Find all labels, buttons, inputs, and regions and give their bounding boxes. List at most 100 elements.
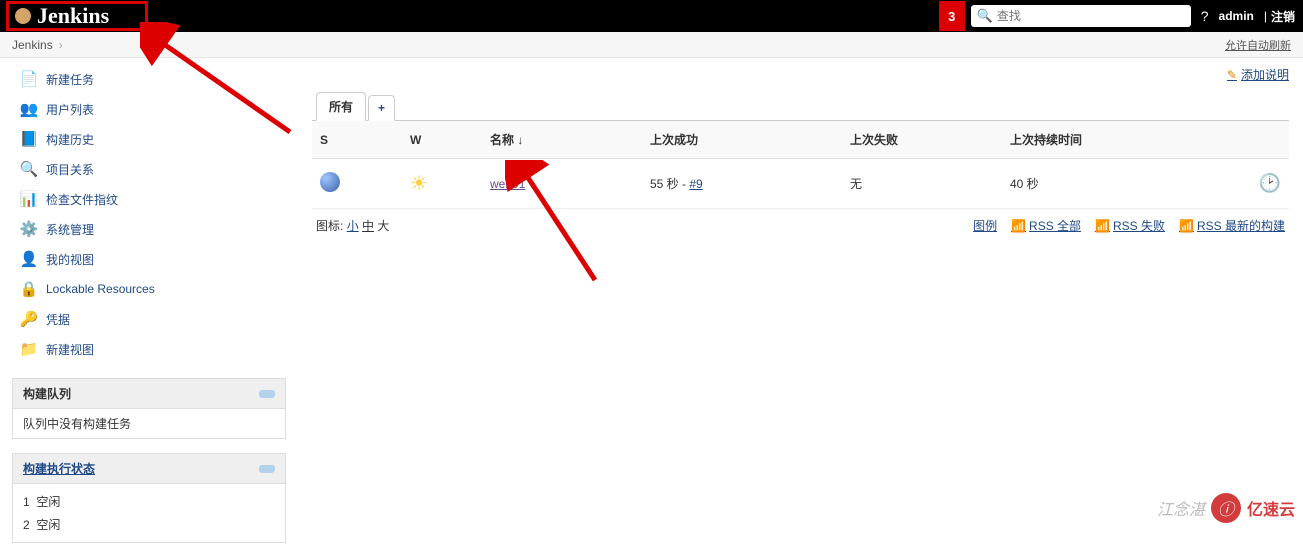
projects-table: S W 名称 ↓ 上次成功 上次失败 上次持续时间 ☀ web01 55 秒 -…	[312, 121, 1289, 209]
table-row: ☀ web01 55 秒 - #9 无 40 秒 🕑	[312, 159, 1289, 209]
icon-size-medium: 中	[362, 219, 374, 233]
last-success-time: 55 秒 -	[650, 177, 689, 191]
add-description-link[interactable]: ✎ 添加说明	[1227, 66, 1289, 83]
sidebar-item-label: 项目关系	[46, 161, 94, 178]
executors-header[interactable]: 构建执行状态	[13, 454, 285, 484]
executor-num: 2	[23, 518, 30, 532]
rss-all-link[interactable]: 📶RSS 全部	[1011, 217, 1081, 234]
watermark: 江念湛 ⓘ 亿速云	[1157, 493, 1295, 523]
col-status[interactable]: S	[312, 121, 402, 159]
sidebar-item-new-view[interactable]: 📁 新建视图	[0, 334, 298, 364]
col-last-failure[interactable]: 上次失败	[842, 121, 1002, 159]
last-failure-cell: 无	[842, 159, 1002, 209]
executor-state: 空闲	[36, 518, 60, 532]
last-duration-cell: 40 秒	[1002, 159, 1239, 209]
username-link[interactable]: admin	[1219, 9, 1254, 23]
sidebar-item-label: 新建视图	[46, 341, 94, 358]
rss-icon: 📶	[1179, 219, 1194, 233]
rss-links: 图例 📶RSS 全部 📶RSS 失败 📶RSS 最新的构建	[973, 217, 1285, 234]
search-input[interactable]	[997, 9, 1185, 23]
key-icon: 🔑	[20, 310, 38, 328]
sidebar-item-lockable[interactable]: 🔒 Lockable Resources	[0, 274, 298, 304]
auto-refresh-link[interactable]: 允许自动刷新	[1225, 40, 1291, 52]
alert-count-badge[interactable]: 3	[939, 1, 965, 31]
tab-all[interactable]: 所有	[316, 92, 366, 121]
sidebar-item-build-history[interactable]: 📘 构建历史	[0, 124, 298, 154]
sidebar-item-manage[interactable]: ⚙️ 系统管理	[0, 214, 298, 244]
last-success-build-link[interactable]: #9	[689, 177, 702, 191]
schedule-build-icon[interactable]: 🕑	[1259, 173, 1281, 193]
logout-link[interactable]: 注销	[1271, 8, 1295, 25]
sidebar-item-my-views[interactable]: 👤 我的视图	[0, 244, 298, 274]
sidebar-item-users[interactable]: 👥 用户列表	[0, 94, 298, 124]
sidebar-item-label: 凭据	[46, 311, 70, 328]
header-divider: |	[1264, 9, 1267, 23]
table-header-row: S W 名称 ↓ 上次成功 上次失败 上次持续时间	[312, 121, 1289, 159]
jenkins-logo-svg: Jenkins	[13, 4, 141, 28]
sidebar-item-label: Lockable Resources	[46, 282, 155, 296]
folder-icon: 📁	[20, 340, 38, 358]
ys-label: 亿速云	[1247, 496, 1295, 520]
col-weather[interactable]: W	[402, 121, 482, 159]
sidebar-item-label: 系统管理	[46, 221, 94, 238]
executor-num: 1	[23, 495, 30, 509]
main-content: ✎ 添加说明 所有 + S W 名称 ↓ 上次成功 上次失败 上次持续时间	[298, 58, 1303, 549]
sidebar-item-label: 我的视图	[46, 251, 94, 268]
col-last-duration[interactable]: 上次持续时间	[1002, 121, 1239, 159]
executors-pane: 构建执行状态 1 空闲 2 空闲	[12, 453, 286, 543]
svg-text:Jenkins: Jenkins	[37, 4, 110, 28]
jenkins-logo[interactable]: Jenkins	[6, 1, 148, 31]
breadcrumb-bar: Jenkins › 允许自动刷新	[0, 32, 1303, 58]
col-name[interactable]: 名称 ↓	[482, 121, 642, 159]
new-item-icon: 📄	[20, 70, 38, 88]
pencil-icon: ✎	[1227, 68, 1237, 82]
breadcrumb-sep: ›	[59, 38, 63, 52]
sidebar-item-fingerprint[interactable]: 📊 检查文件指纹	[0, 184, 298, 214]
sidebar-item-label: 构建历史	[46, 131, 94, 148]
pane-title: 构建队列	[23, 385, 71, 402]
legend-link[interactable]: 图例	[973, 217, 997, 234]
col-actions	[1239, 121, 1289, 159]
rss-fail-label: RSS 失败	[1113, 219, 1165, 233]
rss-failures-link[interactable]: 📶RSS 失败	[1095, 217, 1165, 234]
rss-all-label: RSS 全部	[1029, 219, 1081, 233]
rss-icon: 📶	[1011, 219, 1026, 233]
breadcrumb-root[interactable]: Jenkins	[12, 38, 53, 52]
fingerprint-icon: 📊	[20, 190, 38, 208]
history-icon: 📘	[20, 130, 38, 148]
executor-row: 1 空闲	[23, 490, 275, 513]
icon-size-small[interactable]: 小	[347, 219, 359, 233]
help-icon[interactable]: ?	[1201, 8, 1209, 24]
search-box[interactable]: 🔍	[971, 5, 1191, 27]
people-icon: 👥	[20, 100, 38, 118]
top-header: Jenkins 3 🔍 ? admin | 注销	[0, 0, 1303, 32]
lock-icon: 🔒	[20, 280, 38, 298]
collapse-icon[interactable]	[259, 465, 275, 473]
collapse-icon[interactable]	[259, 390, 275, 398]
ys-logo-icon: ⓘ	[1211, 493, 1241, 523]
tab-add-view[interactable]: +	[368, 95, 395, 121]
sidebar-item-new-job[interactable]: 📄新建任务	[0, 64, 298, 94]
icon-size-selector: 图标: 小 中 大	[316, 217, 389, 234]
last-success-cell: 55 秒 - #9	[642, 159, 842, 209]
gear-icon: ⚙️	[20, 220, 38, 238]
sidebar-item-credentials[interactable]: 🔑 凭据	[0, 304, 298, 334]
build-queue-header[interactable]: 构建队列	[13, 379, 285, 409]
sidebar-item-relationship[interactable]: 🔍 项目关系	[0, 154, 298, 184]
sidebar-item-label: 检查文件指纹	[46, 191, 118, 208]
rss-icon: 📶	[1095, 219, 1110, 233]
col-last-success[interactable]: 上次成功	[642, 121, 842, 159]
rss-latest-link[interactable]: 📶RSS 最新的构建	[1179, 217, 1285, 234]
icon-size-large: 大	[377, 219, 389, 233]
my-views-icon: 👤	[20, 250, 38, 268]
executor-state: 空闲	[36, 495, 60, 509]
icon-size-label: 图标:	[316, 219, 343, 233]
sidebar: 📄新建任务 👥 用户列表 📘 构建历史 🔍 项目关系 📊 检查文件指纹 ⚙️ 系统管理 👤…	[0, 58, 298, 549]
sidebar-item-label: 用户列表	[46, 101, 94, 118]
rss-latest-label: RSS 最新的构建	[1197, 219, 1285, 233]
weather-sun-icon: ☀	[410, 173, 428, 195]
job-name-link[interactable]: web01	[490, 177, 525, 191]
pane-title: 构建执行状态	[23, 460, 95, 477]
search-icon: 🔍	[20, 160, 38, 178]
watermark-text: 江念湛	[1157, 496, 1205, 520]
